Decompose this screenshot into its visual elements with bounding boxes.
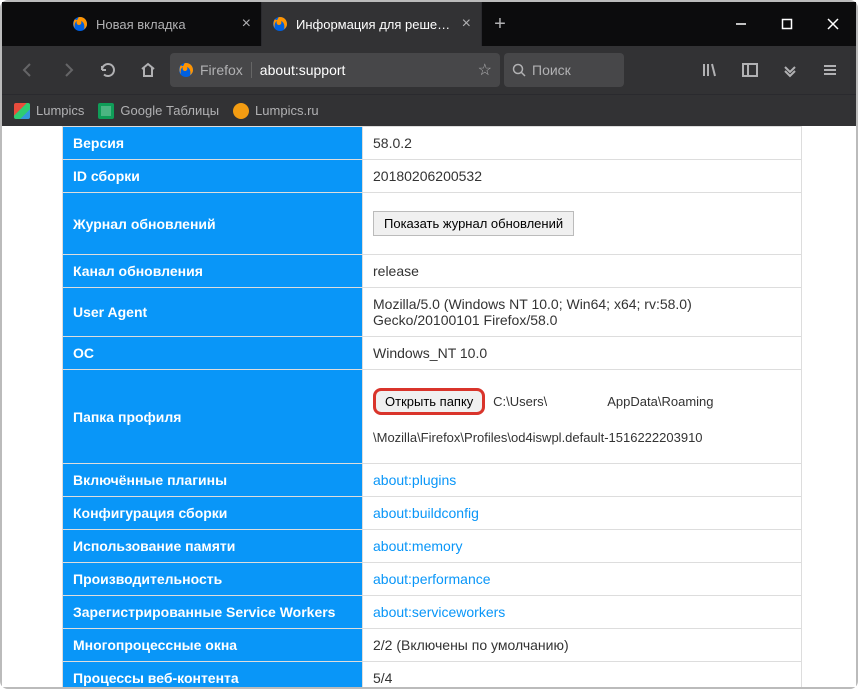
table-row: ОСWindows_NT 10.0: [63, 337, 802, 370]
row-key: Многопроцессные окна: [63, 629, 363, 662]
bookmark-lumpics[interactable]: Lumpics: [14, 103, 84, 119]
content-area[interactable]: Версия58.0.2ID сборки20180206200532Журна…: [2, 126, 856, 687]
firefox-icon: [272, 16, 288, 32]
table-row: Использование памяти about:memory: [63, 530, 802, 563]
searchbar[interactable]: Поиск: [504, 53, 624, 87]
urlbar-prefix: Firefox: [200, 62, 252, 78]
row-value: 58.0.2: [363, 127, 802, 160]
table-row: Папка профиля Открыть папку C:\Users\ AppD…: [63, 370, 802, 464]
lumpics-icon: [14, 103, 30, 119]
profile-path-segment: AppData\Roaming: [607, 394, 713, 409]
tab-support[interactable]: Информация для решения пр ×: [262, 2, 482, 46]
about-link[interactable]: about:serviceworkers: [373, 604, 505, 620]
search-icon: [512, 63, 526, 77]
sidebar-button[interactable]: [732, 52, 768, 88]
row-key: Конфигурация сборки: [63, 497, 363, 530]
bookmarks-bar: Lumpics Google Таблицы Lumpics.ru: [2, 94, 856, 126]
about-link[interactable]: about:performance: [373, 571, 491, 587]
table-row: Производительность about:performance: [63, 563, 802, 596]
bookmark-lumpicsru[interactable]: Lumpics.ru: [233, 103, 319, 119]
library-button[interactable]: [692, 52, 728, 88]
titlebar: Новая вкладка × Информация для решения п…: [2, 2, 856, 46]
row-key: Производительность: [63, 563, 363, 596]
maximize-button[interactable]: [764, 2, 810, 46]
table-row: Зарегистрированные Service Workers about:…: [63, 596, 802, 629]
firefox-icon: [178, 62, 194, 78]
tab-new[interactable]: Новая вкладка ×: [62, 2, 262, 46]
toolbar: Firefox about:support ☆ Поиск: [2, 46, 856, 94]
menu-button[interactable]: [812, 52, 848, 88]
row-value: about:plugins: [363, 464, 802, 497]
table-row: User AgentMozilla/5.0 (Windows NT 10.0; …: [63, 288, 802, 337]
back-button[interactable]: [10, 52, 46, 88]
row-value: 2/2 (Включены по умолчанию): [363, 629, 802, 662]
bookmark-google-sheets[interactable]: Google Таблицы: [98, 103, 219, 119]
row-key: Папка профиля: [63, 370, 363, 464]
row-value: release: [363, 255, 802, 288]
table-row: Журнал обновлений Показать журнал обновле…: [63, 193, 802, 255]
support-table: Версия58.0.2ID сборки20180206200532Журна…: [62, 126, 802, 687]
lumpicsru-icon: [233, 103, 249, 119]
profile-path-segment: \Mozilla\Firefox\Profiles\od4iswpl.defau…: [373, 430, 703, 445]
bookmark-star-icon[interactable]: ☆: [478, 60, 492, 80]
row-key: Канал обновления: [63, 255, 363, 288]
urlbar-text: about:support: [260, 62, 472, 78]
close-button[interactable]: [810, 2, 856, 46]
table-row: Версия58.0.2: [63, 127, 802, 160]
row-value: Открыть папку C:\Users\ AppData\Roaming \M…: [363, 370, 802, 464]
about-link[interactable]: about:plugins: [373, 472, 456, 488]
row-value: Mozilla/5.0 (Windows NT 10.0; Win64; x64…: [363, 288, 802, 337]
row-key: ID сборки: [63, 160, 363, 193]
row-value: about:memory: [363, 530, 802, 563]
minimize-button[interactable]: [718, 2, 764, 46]
about-link[interactable]: about:memory: [373, 538, 462, 554]
forward-button[interactable]: [50, 52, 86, 88]
row-key: User Agent: [63, 288, 363, 337]
table-row: ID сборки20180206200532: [63, 160, 802, 193]
new-tab-button[interactable]: +: [482, 2, 518, 46]
row-key: Версия: [63, 127, 363, 160]
home-button[interactable]: [130, 52, 166, 88]
row-key: Использование памяти: [63, 530, 363, 563]
row-value: Windows_NT 10.0: [363, 337, 802, 370]
row-key: Зарегистрированные Service Workers: [63, 596, 363, 629]
row-value: about:performance: [363, 563, 802, 596]
table-row: Включённые плагины about:plugins: [63, 464, 802, 497]
tab-label: Информация для решения пр: [296, 17, 454, 32]
reload-button[interactable]: [90, 52, 126, 88]
sheets-icon: [98, 103, 114, 119]
profile-path-segment: C:\Users\: [493, 394, 547, 409]
table-row: Канал обновленияrelease: [63, 255, 802, 288]
row-value: about:serviceworkers: [363, 596, 802, 629]
table-row: Конфигурация сборки about:buildconfig: [63, 497, 802, 530]
row-value: Показать журнал обновлений: [363, 193, 802, 255]
row-key: Включённые плагины: [63, 464, 363, 497]
tab-label: Новая вкладка: [96, 17, 234, 32]
show-update-history-button[interactable]: Показать журнал обновлений: [373, 211, 574, 236]
window-controls: [718, 2, 856, 46]
overflow-button[interactable]: [772, 52, 808, 88]
about-link[interactable]: about:buildconfig: [373, 505, 479, 521]
row-value: 5/4: [363, 662, 802, 688]
table-row: Процессы веб-контента5/4: [63, 662, 802, 688]
table-row: Многопроцессные окна2/2 (Включены по умо…: [63, 629, 802, 662]
close-icon[interactable]: ×: [462, 15, 471, 33]
urlbar[interactable]: Firefox about:support ☆: [170, 53, 500, 87]
row-key: Журнал обновлений: [63, 193, 363, 255]
row-key: Процессы веб-контента: [63, 662, 363, 688]
firefox-icon: [72, 16, 88, 32]
close-icon[interactable]: ×: [242, 15, 251, 33]
row-key: ОС: [63, 337, 363, 370]
tabs-container: Новая вкладка × Информация для решения п…: [2, 2, 718, 46]
row-value: 20180206200532: [363, 160, 802, 193]
row-value: about:buildconfig: [363, 497, 802, 530]
search-placeholder: Поиск: [532, 62, 571, 78]
redacted-username: [547, 396, 607, 408]
open-folder-button[interactable]: Открыть папку: [373, 388, 485, 415]
